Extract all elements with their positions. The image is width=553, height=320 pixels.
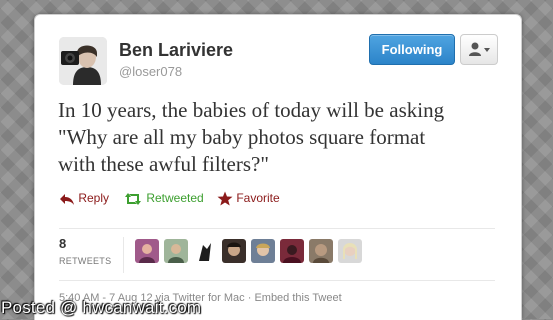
tweet-text: In 10 years, the babies of today will be… — [58, 97, 518, 178]
retweet-label: Retweeted — [146, 191, 204, 205]
user-actions-button[interactable] — [460, 34, 498, 65]
retweeter-avatar-4[interactable] — [222, 239, 246, 263]
divider — [59, 280, 495, 281]
reply-label: Reply — [78, 191, 110, 205]
user-dropdown-icon — [469, 42, 490, 56]
retweet-count-label: RETWEETS — [59, 256, 112, 266]
retweeter-avatar-6[interactable] — [280, 239, 304, 263]
tweet-card: Ben Lariviere @loser078 Following In 10 … — [34, 14, 522, 320]
retweeter-avatar-2[interactable] — [164, 239, 188, 263]
retweet-action[interactable]: Retweeted — [123, 191, 204, 206]
reply-action[interactable]: Reply — [59, 191, 109, 206]
retweet-icon — [125, 192, 141, 205]
divider — [59, 228, 495, 229]
author-photo — [59, 37, 107, 85]
watermark: Posted @ hwcanwait.com — [1, 298, 202, 317]
following-button[interactable]: Following — [369, 34, 455, 65]
retweeter-avatar-7[interactable] — [309, 239, 333, 263]
retweeter-avatar-1[interactable] — [135, 239, 159, 263]
tweet-text-line: In 10 years, the babies of today will be… — [58, 98, 445, 122]
retweet-count[interactable]: 8 — [59, 236, 66, 251]
retweeter-avatar-5[interactable] — [251, 239, 275, 263]
favorite-action[interactable]: Favorite — [217, 191, 280, 206]
retweeter-avatar-8[interactable] — [338, 239, 362, 263]
star-icon — [217, 191, 233, 206]
stats-separator — [123, 237, 124, 273]
author-handle[interactable]: @loser078 — [119, 64, 182, 79]
favorite-label: Favorite — [236, 191, 280, 205]
reply-icon — [60, 193, 74, 205]
retweeter-avatar-3[interactable] — [193, 239, 217, 263]
author-name[interactable]: Ben Lariviere — [119, 40, 233, 61]
author-avatar[interactable] — [59, 37, 107, 85]
tweet-text-line: with these awful filters?" — [58, 152, 269, 176]
tweet-text-line: "Why are all my baby photos square forma… — [58, 125, 426, 149]
